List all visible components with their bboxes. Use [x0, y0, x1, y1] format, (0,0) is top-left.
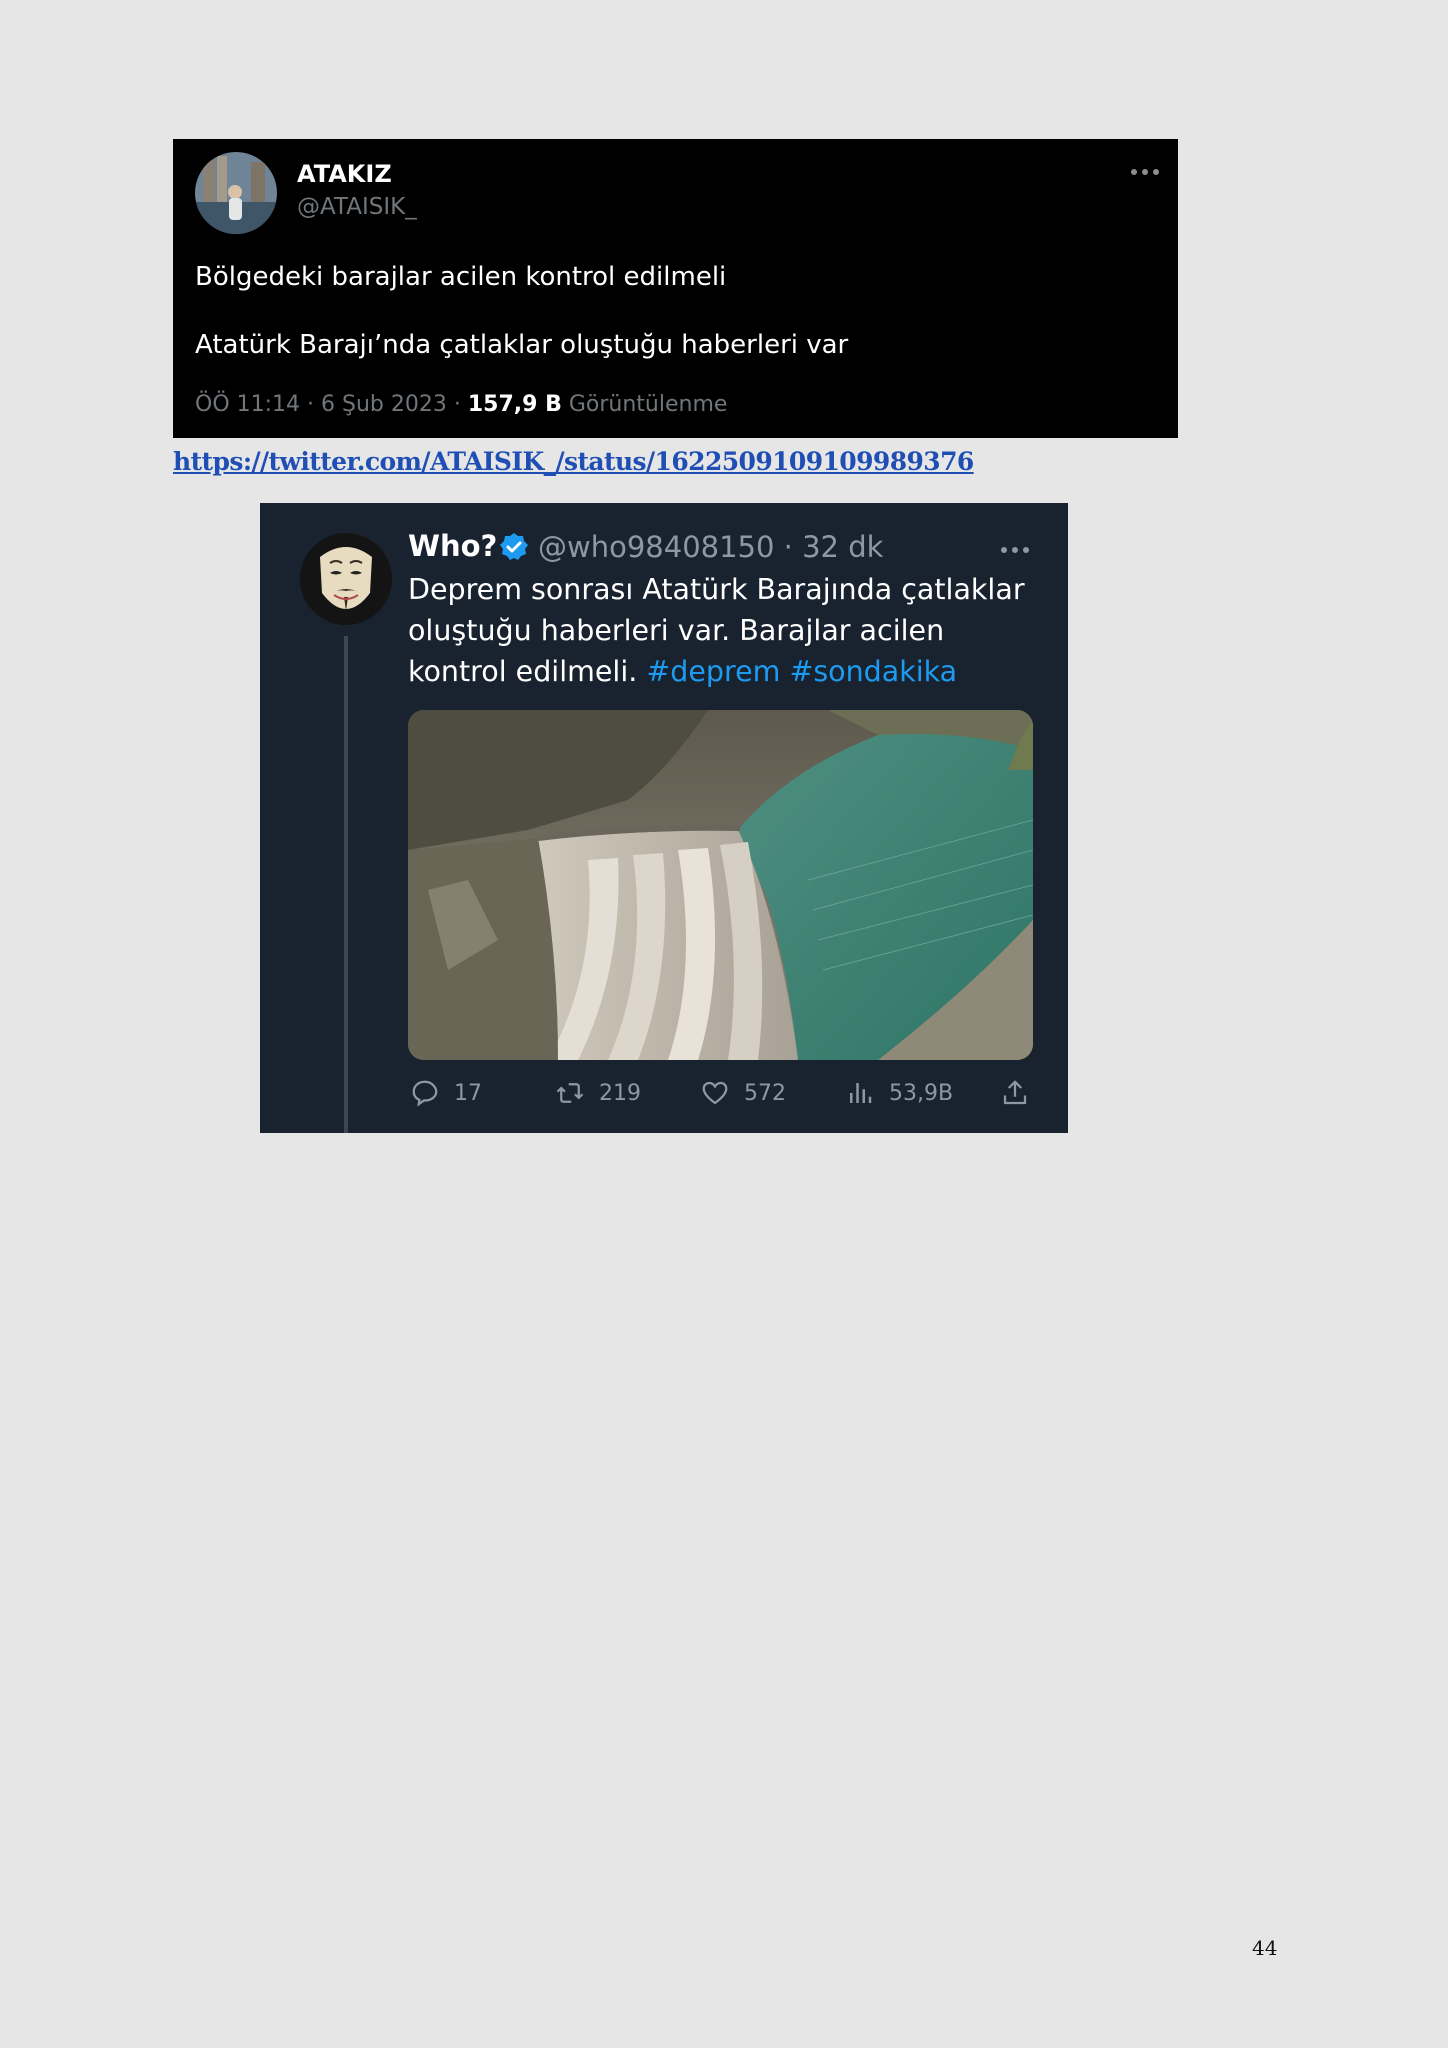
tweet-text-line: Atatürk Barajı’nda çatlaklar oluştuğu ha… — [195, 330, 849, 360]
tweet-meta: ÖÖ 11:14 · 6 Şub 2023 · 157,9 B Görüntül… — [195, 392, 727, 417]
tweet-text: Deprem sonrası Atatürk Barajında çatlakl… — [408, 569, 1048, 692]
avatar[interactable] — [300, 533, 392, 625]
share-button[interactable] — [1000, 1075, 1044, 1111]
user-handle-time[interactable]: @who98408150 · 32 dk — [538, 530, 883, 564]
tweet-text-line: Bölgedeki barajlar acilen kontrol edilme… — [195, 262, 727, 292]
avatar[interactable] — [195, 152, 277, 234]
views-label: Görüntülenme — [561, 392, 728, 417]
hashtag-link[interactable]: #sondakika — [789, 655, 957, 688]
heart-icon — [702, 1081, 728, 1105]
tweet-card-who: Who? @who98408150 · 32 dk Deprem sonrası… — [260, 503, 1068, 1133]
views-count: 53,9B — [889, 1080, 954, 1106]
retweet-icon — [556, 1083, 584, 1103]
page-number: 44 — [1252, 1936, 1278, 1960]
thread-line — [344, 636, 348, 1133]
like-button[interactable]: 572 — [700, 1075, 786, 1111]
retweet-count: 219 — [599, 1080, 641, 1106]
reply-count: 17 — [454, 1080, 482, 1106]
hashtag-link[interactable]: #deprem — [646, 655, 780, 688]
display-name[interactable]: Who? — [408, 529, 497, 563]
reply-icon — [412, 1080, 438, 1107]
user-handle[interactable]: @ATAISIK_ — [297, 194, 417, 220]
reply-button[interactable]: 17 — [410, 1075, 482, 1111]
display-name[interactable]: ATAKIZ — [297, 160, 392, 188]
timestamp-date[interactable]: ÖÖ 11:14 · 6 Şub 2023 · — [195, 392, 468, 417]
views-button[interactable]: 53,9B — [845, 1075, 953, 1111]
views-count: 157,9 B — [467, 392, 562, 417]
verified-badge-icon — [499, 532, 529, 562]
like-count: 572 — [744, 1080, 786, 1106]
bar-chart-icon — [850, 1083, 872, 1103]
tweet-card-atakiz: ATAKIZ @ATAISIK_ Bölgedeki barajlar acil… — [173, 139, 1178, 438]
tweet-image-dam[interactable] — [408, 710, 1033, 1060]
more-horizontal-icon[interactable] — [1000, 541, 1030, 554]
tweet-url-link[interactable]: https://twitter.com/ATAISIK_/status/1622… — [173, 447, 974, 476]
retweet-button[interactable]: 219 — [555, 1075, 641, 1111]
share-icon — [1003, 1080, 1027, 1105]
more-horizontal-icon[interactable] — [1130, 163, 1160, 183]
